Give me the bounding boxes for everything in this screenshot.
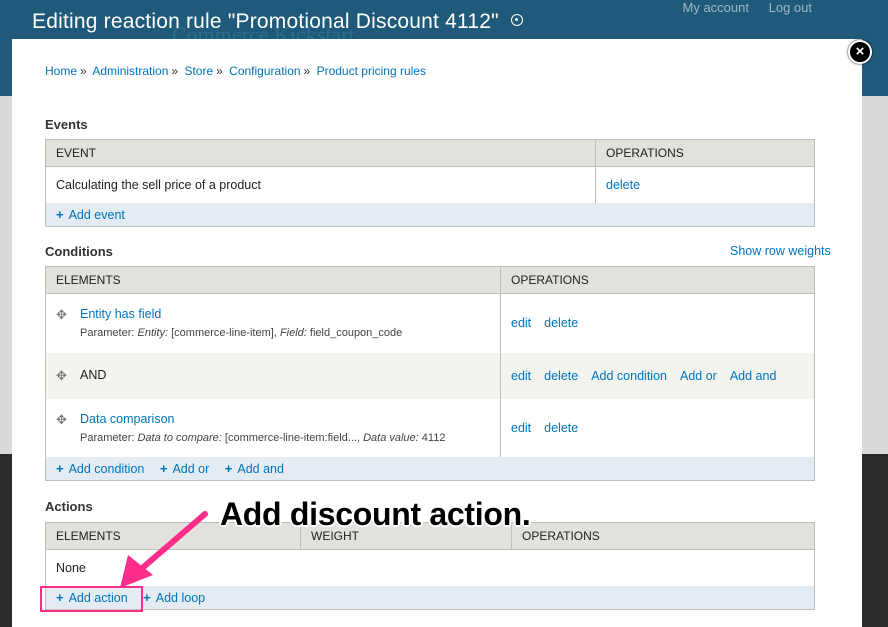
add-condition-link[interactable]: Add condition [69, 462, 145, 476]
conditions-table: ELEMENTS OPERATIONS ✥ Entity has field P… [45, 266, 815, 481]
table-row: ✥ Entity has field Parameter: Entity: [c… [45, 293, 815, 353]
overlay-panel: Home» Administration» Store» Configurati… [12, 39, 862, 627]
event-name: Calculating the sell price of a product [45, 166, 596, 203]
add-or-link[interactable]: Add or [680, 369, 717, 383]
add-and-link[interactable]: Add and [730, 369, 777, 383]
breadcrumb-administration[interactable]: Administration [92, 64, 168, 78]
condition-parameter: Parameter: Data to compare: [commerce-li… [80, 431, 446, 444]
edit-link[interactable]: edit [511, 316, 531, 330]
conditions-header-elements: ELEMENTS [45, 266, 501, 294]
conditions-heading: Conditions [45, 244, 113, 259]
plus-icon: + [56, 460, 64, 476]
events-heading: Events [45, 117, 88, 132]
breadcrumb-home[interactable]: Home [45, 64, 77, 78]
table-row: ✥ AND edit delete Add condition Add or Add an… [45, 352, 815, 399]
breadcrumb-configuration[interactable]: Configuration [229, 64, 300, 78]
drag-handle-icon[interactable]: ✥ [56, 368, 70, 384]
annotation-highlight-box [40, 586, 143, 612]
plus-icon: + [56, 206, 64, 222]
delete-link[interactable]: delete [544, 421, 578, 435]
breadcrumb: Home» Administration» Store» Configurati… [45, 64, 426, 78]
show-row-weights-link[interactable]: Show row weights [730, 244, 831, 258]
shortcut-icon[interactable] [510, 14, 523, 26]
add-or-link[interactable]: Add or [172, 462, 209, 476]
add-loop-link[interactable]: Add loop [156, 591, 205, 605]
annotation-text: Add discount action. [220, 496, 531, 532]
account-links: My account Log out [667, 0, 812, 15]
delete-link[interactable]: delete [544, 369, 578, 383]
delete-link[interactable]: delete [544, 316, 578, 330]
overlay-title-text: Editing reaction rule "Promotional Disco… [32, 10, 499, 33]
add-and-link[interactable]: Add and [237, 462, 284, 476]
table-row: Calculating the sell price of a product … [45, 166, 815, 203]
actions-empty-text: None [45, 549, 815, 586]
table-row: ✥ Data comparison Parameter: Data to com… [45, 398, 815, 457]
close-overlay-button[interactable]: × [848, 40, 872, 64]
conditions-header-operations: OPERATIONS [500, 266, 815, 294]
condition-name-link[interactable]: Entity has field [80, 307, 161, 321]
my-account-link[interactable]: My account [683, 0, 749, 15]
plus-icon: + [224, 460, 233, 476]
actions-header-operations: OPERATIONS [511, 522, 815, 550]
plus-icon: + [143, 589, 151, 605]
event-delete-link[interactable]: delete [606, 178, 640, 192]
table-row: None [45, 549, 815, 586]
breadcrumb-store[interactable]: Store [184, 64, 213, 78]
condition-parameter: Parameter: Entity: [commerce-line-item],… [80, 327, 403, 340]
add-event-link[interactable]: Add event [69, 208, 125, 222]
add-condition-link[interactable]: Add condition [591, 369, 667, 383]
log-out-link[interactable]: Log out [769, 0, 812, 15]
events-header-operations: OPERATIONS [595, 139, 815, 167]
edit-link[interactable]: edit [511, 369, 531, 383]
drag-handle-icon[interactable]: ✥ [56, 412, 70, 428]
actions-heading: Actions [45, 499, 93, 514]
events-header-event: EVENT [45, 139, 596, 167]
actions-table: ELEMENTS WEIGHT OPERATIONS None + Add act… [45, 522, 815, 610]
plus-icon: + [159, 460, 168, 476]
condition-and-label: AND [80, 367, 107, 382]
condition-name-link[interactable]: Data comparison [80, 412, 175, 426]
edit-link[interactable]: edit [511, 421, 531, 435]
overlay-title: Editing reaction rule "Promotional Disco… [32, 10, 523, 34]
drag-handle-icon[interactable]: ✥ [56, 307, 70, 323]
events-table: EVENT OPERATIONS Calculating the sell pr… [45, 139, 815, 227]
breadcrumb-product-pricing-rules[interactable]: Product pricing rules [317, 64, 426, 78]
